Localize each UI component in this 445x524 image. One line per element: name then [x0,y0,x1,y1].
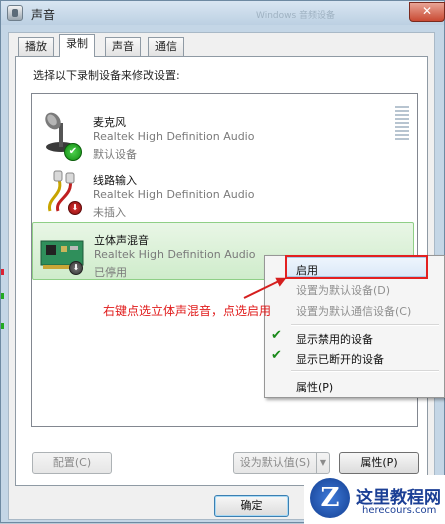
unplugged-icon: ⬇ [68,201,82,215]
configure-button[interactable]: 配置(C) [32,452,112,474]
tab-recording[interactable]: 录制 [59,34,95,57]
device-item-microphone[interactable]: ✔ 麦克风 Realtek High Definition Audio 默认设备 [32,105,414,163]
device-status: 未插入 [93,206,126,219]
watermark-logo-icon: Z [310,478,350,518]
device-name: 麦克风 [93,116,126,129]
window-title: 声音 [31,8,56,22]
device-name: 线路输入 [93,174,137,187]
device-status: 默认设备 [93,148,137,161]
annotation-text: 右键点选立体声混音，点选启用 [103,304,272,318]
menu-separator [291,324,439,326]
set-default-dropdown[interactable]: ▼ [316,452,330,474]
device-driver: Realtek High Definition Audio [93,188,255,201]
menu-item-properties[interactable]: 属性(P) [296,379,333,395]
tab-label: 播放 [25,40,47,53]
disabled-icon: ⬇ [69,261,83,275]
tab-sounds[interactable]: 声音 [105,37,141,56]
check-icon: ✔ [271,328,282,343]
title-bar[interactable]: 声音 Windows 音频设备 ✕ [1,1,445,25]
highlight-box [285,255,428,279]
menu-item-set-default-comm[interactable]: 设置为默认通信设备(C) [296,303,411,319]
check-icon: ✔ [271,348,282,363]
sound-dialog-window: 声音 Windows 音频设备 ✕ 播放 录制 声音 通信 选择以下录制设备来修… [0,0,445,524]
background-window-title: Windows 音频设备 [256,11,336,21]
close-icon: ✕ [421,4,433,18]
edge-marker [1,293,4,299]
device-driver: Realtek High Definition Audio [93,130,255,143]
tab-label: 录制 [66,37,88,50]
default-check-icon: ✔ [64,143,82,161]
menu-item-set-default[interactable]: 设置为默认设备(D) [296,282,390,298]
tab-communications[interactable]: 通信 [148,37,184,56]
watermark: Z 这里教程网 herecours.com [304,475,445,524]
close-button[interactable]: ✕ [409,2,445,22]
menu-item-show-disabled[interactable]: 显示禁用的设备 [296,331,373,347]
menu-separator [291,370,439,372]
device-status: 已停用 [94,266,127,279]
tab-playback[interactable]: 播放 [18,37,54,56]
tab-label: 声音 [112,40,134,53]
menu-item-show-disconnected[interactable]: 显示已断开的设备 [296,351,384,367]
set-default-button[interactable]: 设为默认值(S) [233,452,317,474]
edge-marker [1,323,4,329]
tab-label: 通信 [155,40,177,53]
device-driver: Realtek High Definition Audio [94,248,256,261]
watermark-url: herecours.com [362,505,437,516]
properties-button[interactable]: 属性(P) [339,452,419,474]
speaker-app-icon [7,5,23,21]
ok-button[interactable]: 确定 [214,495,289,517]
device-name: 立体声混音 [94,234,149,247]
edge-marker [1,269,4,275]
instruction-text: 选择以下录制设备来修改设置: [33,69,180,82]
chevron-down-icon: ▼ [319,458,327,467]
device-item-line-in[interactable]: ⬇ 线路输入 Realtek High Definition Audio 未插入 [32,163,414,221]
